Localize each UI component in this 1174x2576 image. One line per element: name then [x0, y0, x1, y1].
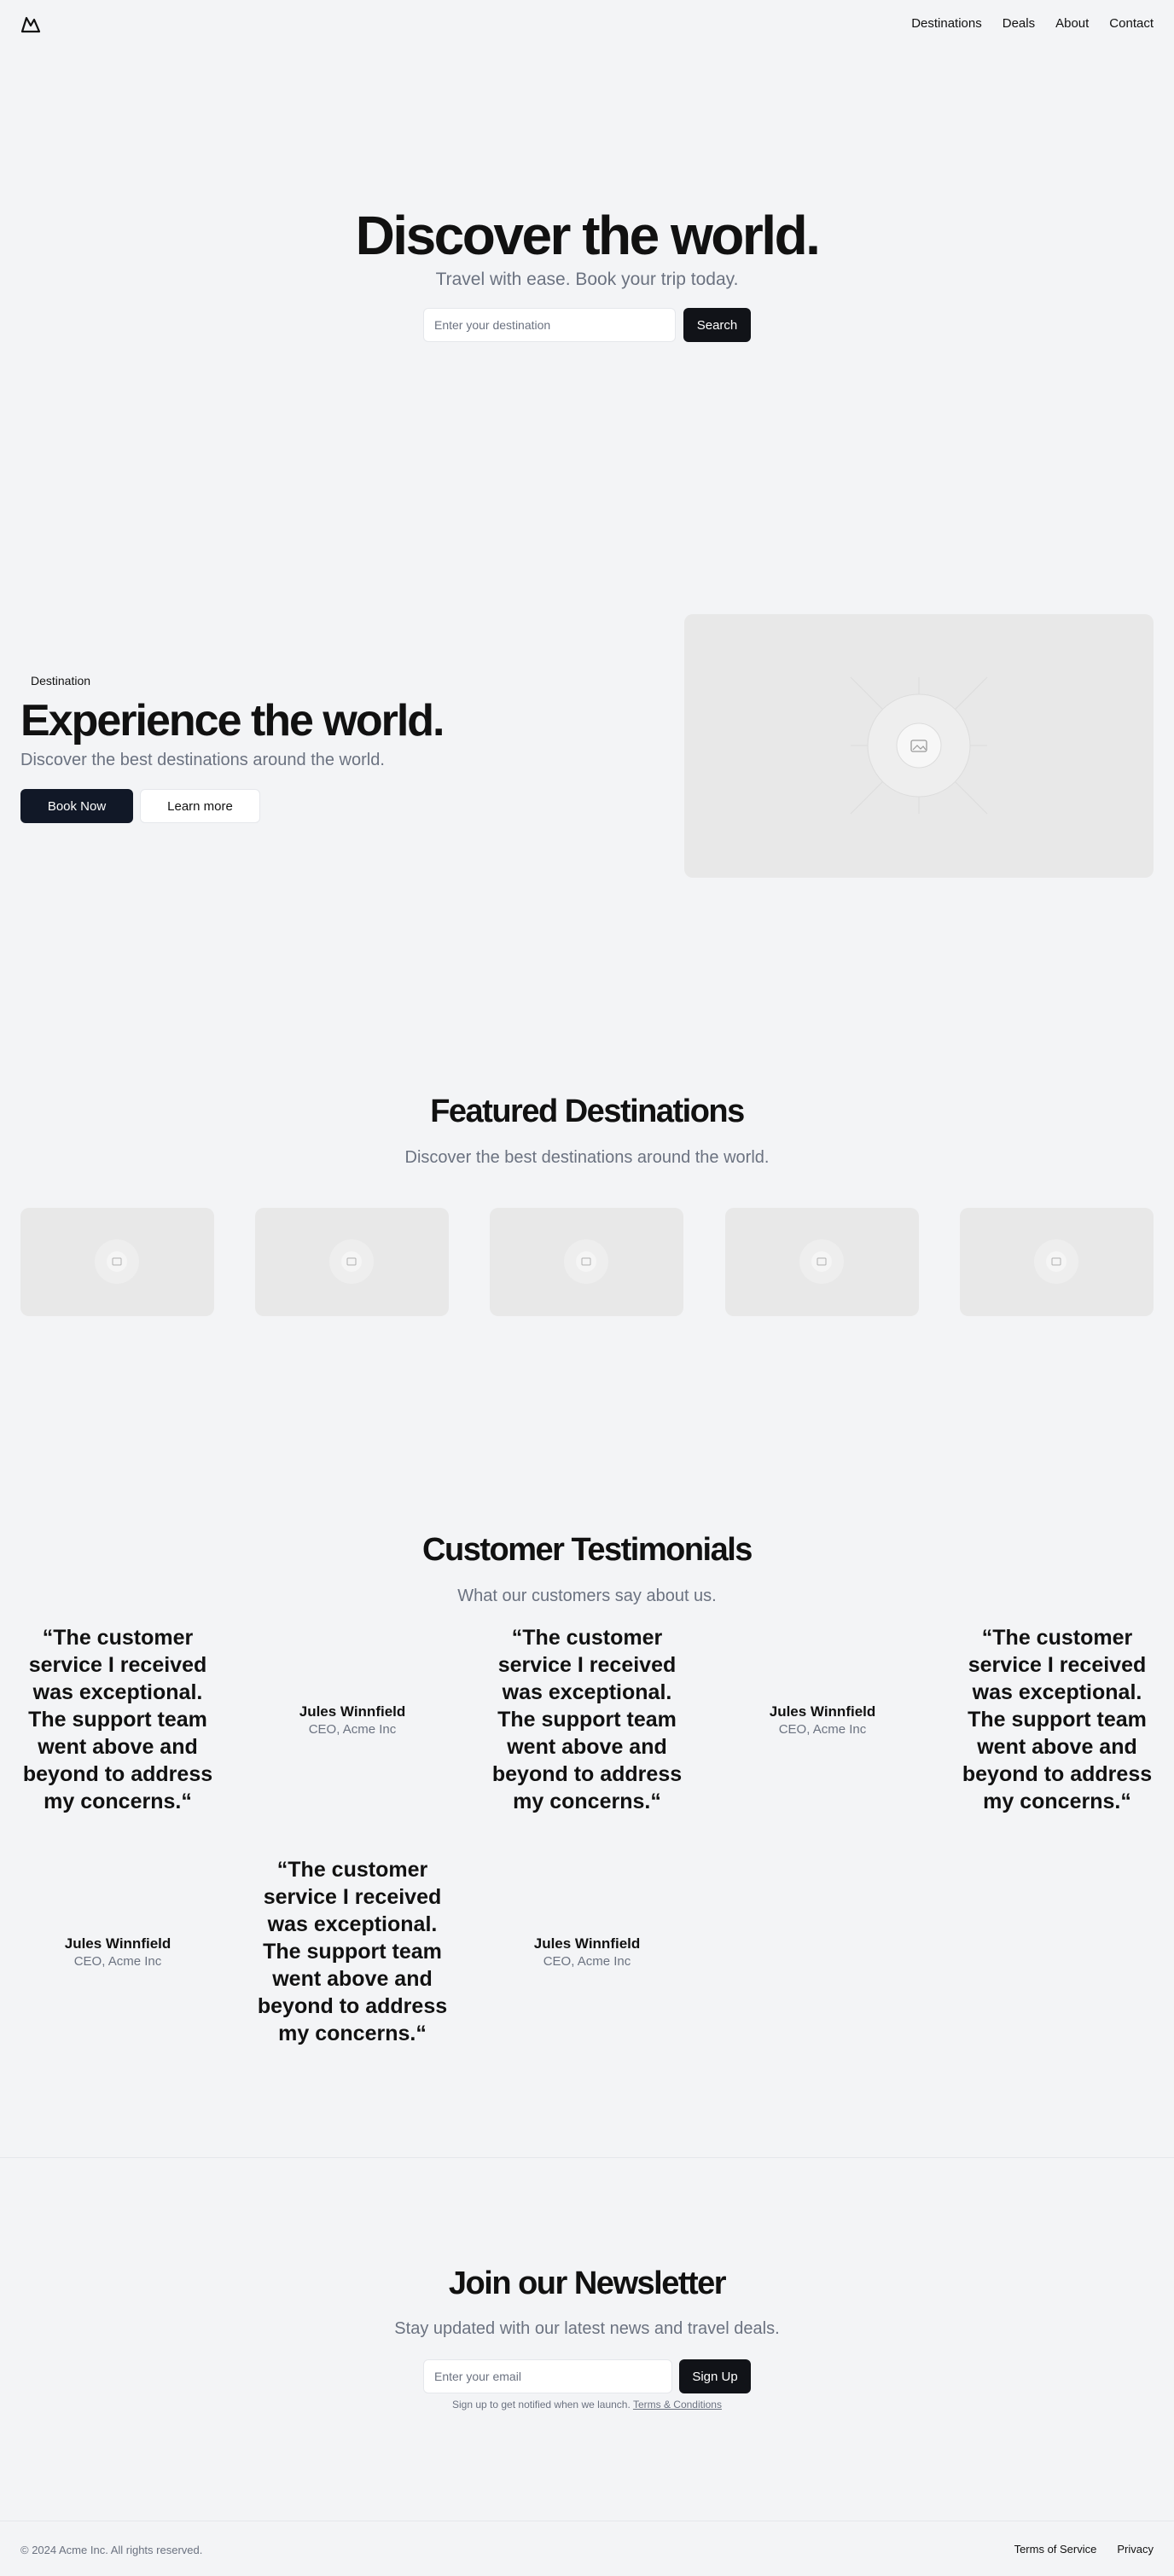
experience-subtitle: Discover the best destinations around th… — [20, 751, 385, 769]
testimonial-author: Jules Winnfield CEO, Acme Inc — [255, 1703, 450, 1738]
testimonial-quote: “The customer service I received was exc… — [257, 1858, 448, 2045]
testimonials-title: Customer Testimonials — [422, 1532, 753, 1568]
fine-print-text: Sign up to get notified when we launch. — [452, 2399, 631, 2411]
newsletter-fine-print: Sign up to get notified when we launch. … — [0, 2399, 1174, 2411]
image-placeholder-icon — [799, 1239, 844, 1284]
destination-search-input[interactable] — [423, 308, 676, 342]
author-name: Jules Winnfield — [769, 1703, 876, 1720]
mountain-icon[interactable] — [20, 15, 41, 33]
main-nav: Destinations Deals About Contact — [911, 16, 1154, 31]
terms-link[interactable]: Terms & Conditions — [633, 2399, 722, 2411]
site-header: Destinations Deals About Contact — [0, 0, 1174, 48]
destination-card[interactable] — [490, 1208, 683, 1316]
experience-title: Experience the world. — [20, 696, 445, 746]
image-placeholder-icon — [850, 676, 988, 815]
testimonials-subtitle: What our customers say about us. — [457, 1587, 717, 1605]
newsletter-title: Join our Newsletter — [448, 2266, 727, 2301]
nav-destinations[interactable]: Destinations — [911, 16, 982, 31]
author-name: Jules Winnfield — [64, 1935, 171, 1952]
terms-of-service-link[interactable]: Terms of Service — [1014, 2543, 1097, 2556]
destination-badge: Destination — [31, 674, 91, 688]
hero-title: Discover the world. — [355, 205, 821, 266]
testimonial-author: Jules Winnfield CEO, Acme Inc — [20, 1935, 215, 1970]
learn-more-button[interactable]: Learn more — [140, 789, 260, 823]
testimonial-quote: “The customer service I received was exc… — [22, 1626, 213, 1813]
author-name: Jules Winnfield — [533, 1935, 641, 1952]
destination-card[interactable] — [255, 1208, 449, 1316]
destination-card[interactable] — [960, 1208, 1154, 1316]
testimonial-author: Jules Winnfield CEO, Acme Inc — [725, 1703, 920, 1738]
hero-subtitle: Travel with ease. Book your trip today. — [435, 270, 739, 289]
search-button[interactable]: Search — [683, 308, 751, 342]
experience-image — [684, 614, 1154, 878]
image-placeholder-icon — [329, 1239, 374, 1284]
section-divider — [0, 2157, 1174, 2158]
destination-card[interactable] — [725, 1208, 919, 1316]
featured-subtitle: Discover the best destinations around th… — [404, 1148, 770, 1167]
image-placeholder-icon — [95, 1239, 139, 1284]
email-input[interactable] — [423, 2359, 672, 2393]
testimonial-author: Jules Winnfield CEO, Acme Inc — [490, 1935, 684, 1970]
copyright-text: © 2024 Acme Inc. All rights reserved. — [20, 2544, 203, 2556]
nav-contact[interactable]: Contact — [1109, 16, 1154, 31]
image-placeholder-icon — [1034, 1239, 1078, 1284]
author-role: CEO, Acme Inc — [543, 1954, 631, 1969]
nav-about[interactable]: About — [1055, 16, 1089, 31]
testimonial-quote: “The customer service I received was exc… — [491, 1626, 683, 1813]
book-now-button[interactable]: Book Now — [20, 789, 133, 823]
author-role: CEO, Acme Inc — [73, 1954, 162, 1969]
author-name: Jules Winnfield — [299, 1703, 406, 1720]
newsletter-subtitle: Stay updated with our latest news and tr… — [394, 2319, 780, 2338]
author-role: CEO, Acme Inc — [308, 1722, 397, 1737]
nav-deals[interactable]: Deals — [1003, 16, 1035, 31]
author-role: CEO, Acme Inc — [778, 1722, 867, 1737]
destination-card[interactable] — [20, 1208, 214, 1316]
footer-links: Terms of Service Privacy — [1014, 2543, 1154, 2556]
testimonial-quote: “The customer service I received was exc… — [962, 1626, 1153, 1813]
featured-title: Featured Destinations — [430, 1094, 745, 1129]
privacy-link[interactable]: Privacy — [1117, 2543, 1154, 2556]
sign-up-button[interactable]: Sign Up — [679, 2359, 751, 2393]
image-placeholder-icon — [564, 1239, 608, 1284]
